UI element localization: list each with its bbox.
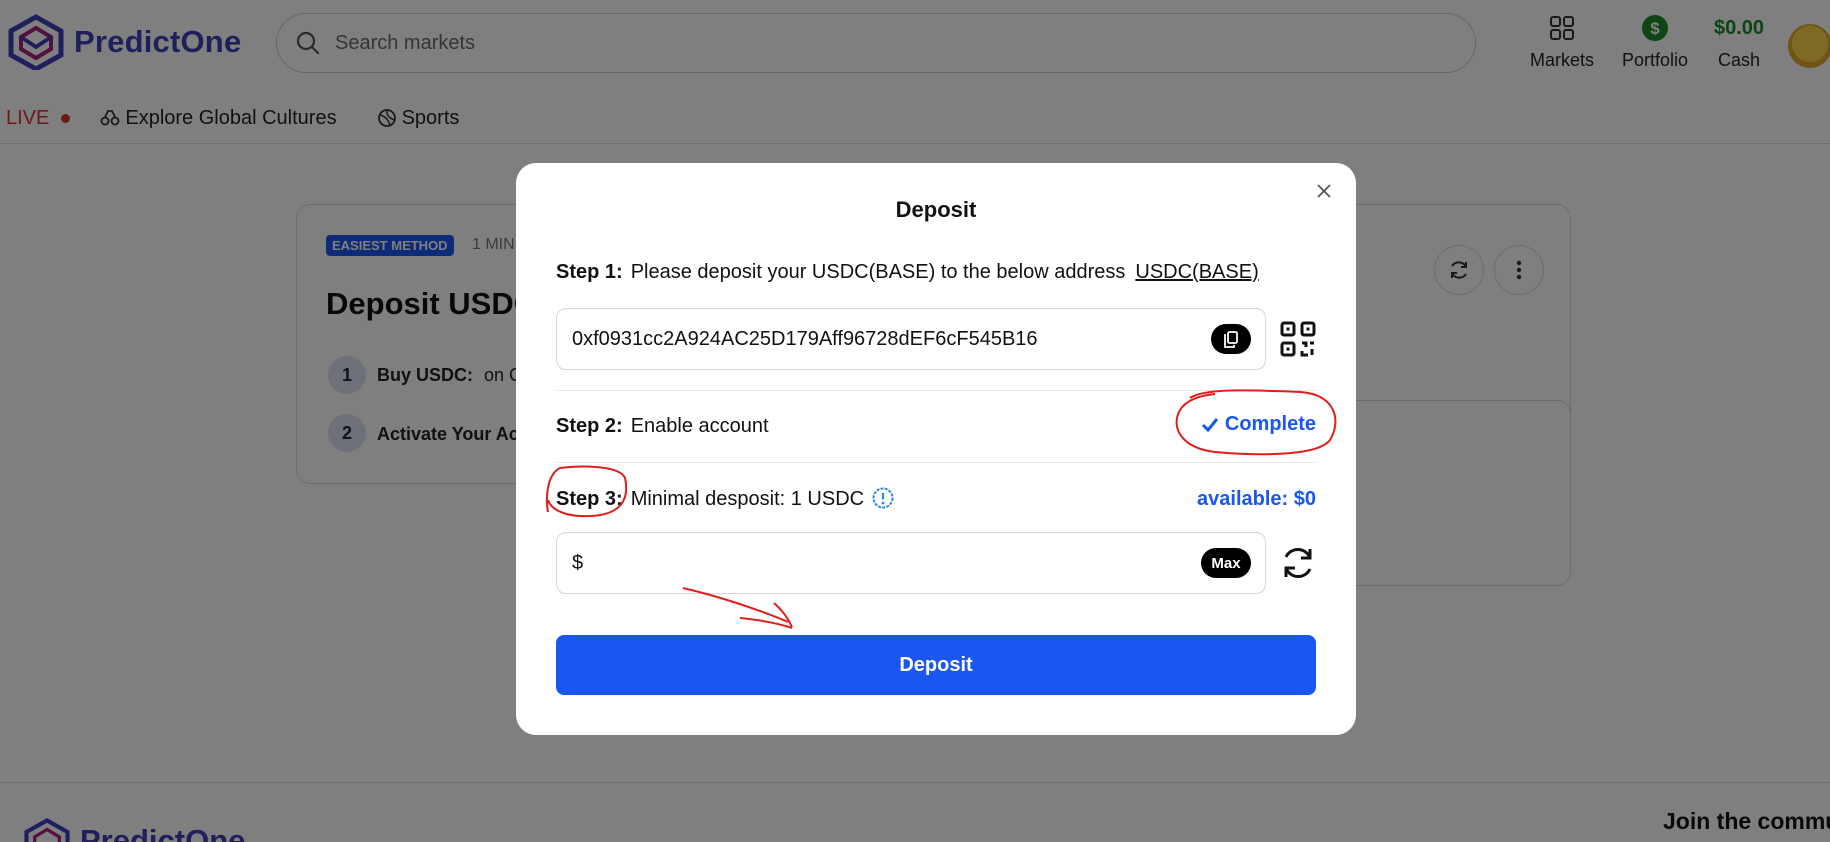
step-2-status: Complete [1201, 413, 1316, 436]
deposit-button[interactable]: Deposit [556, 635, 1316, 695]
qr-code-button[interactable] [1279, 320, 1317, 358]
deposit-address-value: 0xf0931cc2A924AC25D179Aff96728dEF6cF545B… [572, 327, 1038, 350]
info-icon [872, 487, 894, 509]
amount-field[interactable]: $ Max [556, 532, 1266, 594]
step-2-status-text: Complete [1224, 413, 1316, 435]
deposit-modal: Deposit Step 1: Please deposit your USDC(… [516, 163, 1356, 735]
step-3-row: Step 3: Minimal desposit: 1 USDC [556, 487, 894, 515]
currency-prefix: $ [572, 551, 584, 574]
usdc-base-link[interactable]: USDC(BASE) [1135, 261, 1258, 283]
check-icon [1201, 417, 1219, 432]
copy-icon [1224, 330, 1238, 348]
step-2-row: Step 2: Enable account [556, 415, 769, 438]
step-1-row: Step 1: Please deposit your USDC(BASE) to… [556, 261, 1259, 284]
reload-balance-button[interactable] [1279, 544, 1317, 582]
copy-address-button[interactable] [1211, 324, 1251, 354]
max-button[interactable]: Max [1201, 548, 1251, 578]
step-3-text: Minimal desposit: 1 USDC [630, 488, 865, 510]
step-2-label: Step 2: [556, 415, 623, 437]
available-balance: available: $0 [1197, 488, 1316, 510]
deposit-address-field[interactable]: 0xf0931cc2A924AC25D179Aff96728dEF6cF545B… [556, 308, 1266, 370]
qr-code-icon [1280, 321, 1316, 357]
step-divider-2 [556, 462, 1316, 463]
info-button[interactable] [872, 487, 894, 515]
reload-icon [1284, 547, 1312, 579]
step-1-label: Step 1: [556, 261, 623, 283]
step-3-label: Step 3: [556, 488, 623, 510]
modal-title: Deposit [895, 197, 977, 222]
close-icon [1317, 184, 1331, 198]
step-2-text: Enable account [630, 415, 769, 437]
step-1-text: Please deposit your USDC(BASE) to the be… [630, 261, 1126, 283]
step-divider-1 [556, 390, 1316, 391]
max-label: Max [1211, 554, 1241, 572]
